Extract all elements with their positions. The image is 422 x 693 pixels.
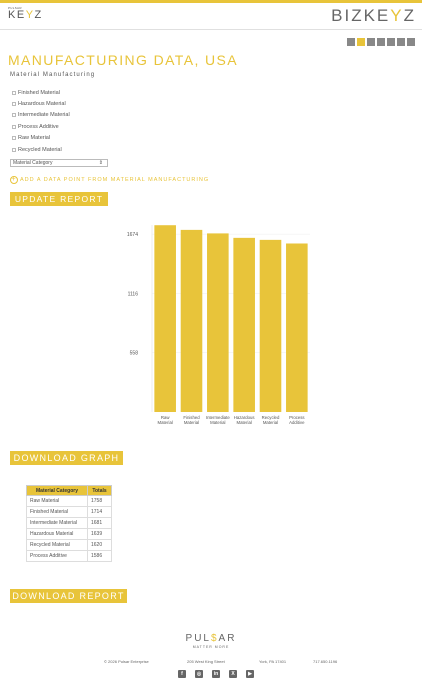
table-row: Hazardous Material 1639 [26, 528, 112, 540]
table-cell: 1639 [87, 528, 112, 540]
social-links: f ◎ in X ▶ [178, 670, 254, 678]
pulsar-keyz-logo[interactable]: PULSAR KEYZ [8, 6, 43, 21]
pie-chart-icon[interactable] [367, 38, 375, 46]
checkbox-icon[interactable] [12, 113, 16, 118]
instagram-icon[interactable]: ◎ [195, 670, 203, 678]
bar[interactable] [233, 237, 255, 412]
address-text: 205 West King Street [187, 659, 225, 664]
section-label: Material Manufacturing [10, 72, 96, 78]
checkbox-icon[interactable] [12, 90, 16, 95]
column-header: Material Category [26, 485, 88, 496]
footer-logo-text: PUL$AR [185, 633, 237, 644]
city-text: York, PA 17401 [259, 659, 287, 664]
table-cell: Raw Material [26, 495, 88, 507]
checkbox-icon[interactable] [12, 136, 16, 141]
table-cell: Intermediate Material [26, 517, 88, 529]
table-row: Finished Material 1714 [26, 506, 112, 518]
list-icon[interactable] [347, 38, 355, 46]
x-icon[interactable]: X [229, 670, 237, 678]
linkedin-icon[interactable]: in [212, 670, 220, 678]
line-chart-icon[interactable] [377, 38, 385, 46]
filter-checkbox[interactable]: Process Additive [12, 121, 70, 132]
update-report-button[interactable]: UPDATE REPORT [10, 192, 108, 206]
bar[interactable] [207, 233, 229, 412]
filter-checkbox[interactable]: Intermediate Material [12, 110, 70, 121]
footer-tagline: MATTER MORE [192, 645, 230, 649]
bizkeyz-logo[interactable]: BIZKEYZ [331, 7, 416, 25]
y-tick-label: 1674 [127, 232, 138, 238]
x-tick-label: Material [210, 420, 225, 425]
logo-main-text: KEYZ [8, 9, 43, 21]
bar[interactable] [259, 239, 282, 412]
bar[interactable] [154, 225, 176, 412]
table-cell: 1586 [87, 550, 112, 562]
table-row: Process Additive 1586 [26, 550, 112, 562]
table-cell: Hazardous Material [26, 528, 88, 540]
page-title: MANUFACTURING DATA, USA [8, 52, 239, 68]
download-graph-button[interactable]: DOWNLOAD GRAPH [10, 451, 123, 465]
x-tick-label: Material [184, 420, 199, 425]
table-cell: 1620 [87, 539, 112, 551]
chart-svg: 55811161674RawMaterialFinishedMaterialIn… [127, 225, 310, 425]
bar-chart: 558 1116 1674 Raw Material Finished Material In… [110, 215, 320, 430]
totals-table: Material Category Totals Raw Material 175… [26, 485, 112, 562]
select-arrow-icon: ⇕ [98, 160, 103, 166]
youtube-icon[interactable]: ▶ [246, 670, 254, 678]
bar[interactable] [180, 229, 203, 412]
table-cell: Process Additive [26, 550, 88, 562]
checkbox-icon[interactable] [12, 102, 16, 107]
table-cell: 1681 [87, 517, 112, 529]
facebook-icon[interactable]: f [178, 670, 186, 678]
category-select[interactable]: Material Category ⇕ [10, 159, 108, 167]
filter-list: Finished Material Hazardous Material Int… [12, 87, 70, 155]
table-cell: Finished Material [26, 506, 88, 518]
settings-icon[interactable] [397, 38, 405, 46]
column-header: Totals [87, 485, 112, 496]
table-row: Intermediate Material 1681 [26, 517, 112, 529]
y-tick-label: 558 [130, 351, 139, 357]
filter-checkbox[interactable]: Finished Material [12, 87, 70, 98]
checkbox-icon[interactable] [12, 147, 16, 152]
header-divider [0, 29, 422, 30]
table-row: Recycled Material 1620 [26, 539, 112, 551]
table-cell: 1758 [87, 495, 112, 507]
bar-chart-icon[interactable] [357, 38, 365, 46]
phone-text[interactable]: 717.650.1196 [313, 659, 337, 664]
filter-checkbox[interactable]: Raw Material [12, 133, 70, 144]
filter-checkbox[interactable]: Hazardous Material [12, 98, 70, 109]
add-data-point-link[interactable]: + ADD A DATA POINT FROM MATERIAL MANUFAC… [10, 176, 209, 184]
copyright-text: © 2026 Pulsar Enterprise [104, 659, 149, 664]
table-cell: Recycled Material [26, 539, 88, 551]
x-tick-label: Additive [289, 420, 305, 425]
checkbox-icon[interactable] [12, 124, 16, 129]
top-accent-bar [0, 0, 422, 3]
filter-checkbox[interactable]: Recycled Material [12, 144, 70, 155]
table-icon[interactable] [387, 38, 395, 46]
close-icon[interactable] [407, 38, 415, 46]
x-tick-label: Material [237, 420, 252, 425]
x-tick-label: Material [263, 420, 278, 425]
view-toolbar [347, 38, 415, 46]
download-report-button[interactable]: DOWNLOAD REPORT [10, 589, 127, 603]
table-cell: 1714 [87, 506, 112, 518]
pulsar-footer-logo[interactable]: PUL$AR MATTER MORE [0, 634, 422, 650]
x-tick-label: Material [158, 420, 173, 425]
y-tick-label: 1116 [128, 291, 139, 297]
table-header-row: Material Category Totals [26, 485, 112, 496]
table-row: Raw Material 1758 [26, 495, 112, 507]
bar[interactable] [286, 243, 308, 412]
plus-icon: + [10, 176, 18, 184]
